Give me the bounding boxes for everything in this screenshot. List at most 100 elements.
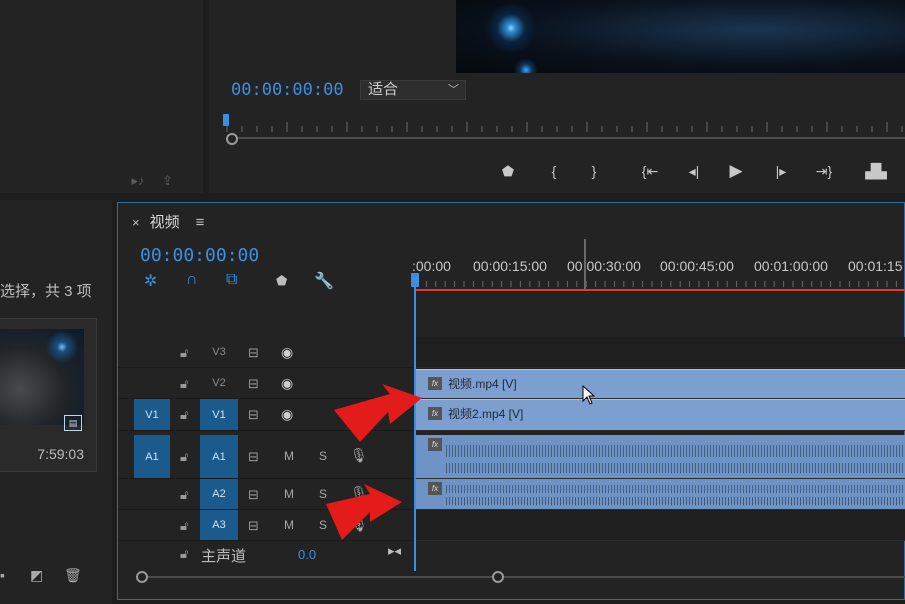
go-to-out-icon[interactable]: ⇥}	[813, 160, 835, 182]
audio-waveform	[446, 497, 905, 505]
sync-lock-icon[interactable]: ⊟	[248, 407, 259, 423]
annotation-arrow	[334, 384, 422, 442]
snap-magnet-icon[interactable]: ∩	[186, 271, 198, 289]
track-lane-v3[interactable]	[416, 337, 905, 368]
audio-clip[interactable]: fx	[416, 479, 905, 509]
mute-button[interactable]: M	[284, 518, 294, 532]
ruler-marker-line	[584, 239, 586, 289]
sync-lock-icon[interactable]: ⊟	[248, 518, 259, 534]
timeline-timecode[interactable]: 00:00:00:00	[140, 245, 259, 266]
track-label[interactable]: V2	[200, 368, 238, 398]
transport-controls: ⬟ { } {⇤ ◂| ▶ |▸ ⇥} ▟▙	[209, 160, 905, 182]
track-target-v1[interactable]: V1	[200, 399, 238, 430]
step-forward-icon[interactable]: |▸	[771, 160, 791, 182]
export-frame-icon[interactable]: ⇪	[162, 173, 173, 188]
sync-lock-icon[interactable]: ⊟	[248, 376, 259, 392]
marker-icon[interactable]: ⬟	[501, 160, 515, 182]
nest-icon[interactable]: ✲	[144, 271, 157, 291]
lock-icon[interactable]: 🔓︎	[180, 449, 188, 465]
mark-out-icon[interactable]: }	[587, 160, 601, 182]
fx-badge: fx	[428, 482, 442, 495]
source-patch-v1[interactable]: V1	[134, 399, 170, 430]
video-clip[interactable]: fx 视频2.mp4 [V]	[416, 399, 905, 430]
panel-menu-icon[interactable]: ≡	[196, 214, 205, 231]
lock-icon[interactable]: 🔓︎	[180, 546, 188, 562]
lift-icon[interactable]: ▟▙	[863, 160, 889, 182]
close-icon[interactable]: ×	[132, 215, 140, 230]
track-label[interactable]: V3	[200, 337, 238, 367]
wrench-icon[interactable]: 🔧	[314, 271, 334, 291]
video-preview	[456, 0, 905, 73]
mark-in-icon[interactable]: {	[547, 160, 561, 182]
project-clip-card[interactable]: ▤ 7:59:03	[0, 318, 97, 472]
track-target-a3[interactable]: A3	[200, 510, 238, 540]
timeline-tab[interactable]: × 视频 ≡	[132, 211, 204, 232]
ruler-label: 00:00:45:00	[660, 258, 734, 274]
program-monitor-panel: 00:00:00:00 适合 ﹀ ⬟ { } {⇤ ◂| ▶ |▸ ⇥} ▟▙	[209, 0, 905, 193]
insert-icon[interactable]: ▸♪	[131, 173, 144, 188]
lock-icon[interactable]: 🔓︎	[180, 376, 188, 392]
play-icon[interactable]: ▶	[727, 160, 745, 182]
lock-icon[interactable]: 🔓︎	[180, 345, 188, 361]
ruler-label: 00:01:00:00	[754, 258, 828, 274]
fx-badge: fx	[428, 377, 442, 390]
program-zoom-scrollbar[interactable]	[227, 137, 905, 139]
video-clip[interactable]: fx 视频.mp4 [V]	[416, 369, 905, 398]
step-back-icon[interactable]: ◂|	[684, 160, 704, 182]
lock-icon[interactable]: 🔓︎	[180, 518, 188, 534]
audio-waveform	[446, 463, 905, 473]
ruler-label: :00:00	[412, 258, 451, 274]
trash-icon[interactable]: 🗑	[64, 567, 82, 584]
program-zoom-handle[interactable]	[226, 133, 238, 145]
source-patch-a1[interactable]: A1	[134, 435, 170, 478]
playhead-handle[interactable]	[411, 273, 419, 287]
new-bin-icon[interactable]: ◩	[30, 567, 43, 584]
lock-icon[interactable]: 🔓︎	[180, 407, 188, 423]
linked-selection-icon[interactable]: ⧉	[226, 271, 237, 289]
track-lane-v2[interactable]: fx 视频.mp4 [V]	[416, 368, 905, 399]
ruler-label: 00:01:15	[848, 258, 903, 274]
track-lane-a2[interactable]: fx	[416, 479, 905, 510]
fit-zoom-select[interactable]: 适合 ﹀	[360, 80, 466, 100]
timeline-ruler[interactable]: :00:00 00:00:15:00 00:00:30:00 00:00:45:…	[412, 258, 905, 278]
track-lane-a3[interactable]	[416, 510, 905, 541]
program-timecode[interactable]: 00:00:00:00	[231, 80, 344, 100]
eye-icon[interactable]: ◉	[281, 406, 293, 423]
annotation-arrow	[326, 484, 402, 540]
eye-icon[interactable]: ◉	[281, 375, 293, 392]
new-item-icon[interactable]: ▪	[0, 567, 5, 583]
program-time-ruler[interactable]	[223, 120, 905, 134]
lock-icon[interactable]: 🔓︎	[180, 487, 188, 503]
fit-zoom-value: 适合	[368, 81, 399, 98]
track-target-a2[interactable]: A2	[200, 479, 238, 509]
master-volume[interactable]: 0.0	[298, 547, 316, 562]
audio-clip[interactable]: fx	[416, 435, 905, 478]
solo-button[interactable]: S	[319, 449, 327, 463]
mute-button[interactable]: M	[284, 449, 294, 463]
eye-icon[interactable]: ◉	[281, 344, 293, 361]
track-target-a1[interactable]: A1	[200, 435, 238, 478]
source-monitor-panel: ▸♪ ⇪	[0, 0, 203, 193]
timeline-panel: × 视频 ≡ 00:00:00:00 ✲ ∩ ⧉ ⬟ 🔧 :00:00 00:00:…	[117, 202, 905, 600]
add-marker-icon[interactable]: ⬟	[276, 273, 287, 289]
clip-name: 视频2.mp4 [V]	[448, 407, 524, 421]
timeline-zoom-scrollbar[interactable]	[140, 576, 905, 578]
mouse-cursor-icon	[582, 385, 596, 405]
master-label: 主声道	[201, 548, 247, 565]
chevron-down-icon: ﹀	[448, 84, 459, 96]
ruler-label: 00:00:30:00	[567, 258, 641, 274]
timeline-zoom-handle-left[interactable]	[136, 571, 148, 583]
track-lane-a1[interactable]: fx	[416, 435, 905, 479]
clip-thumbnail	[0, 329, 84, 425]
mute-button[interactable]: M	[284, 487, 294, 501]
program-playhead[interactable]	[223, 114, 229, 126]
fx-badge: fx	[428, 438, 442, 451]
sync-lock-icon[interactable]: ⊟	[248, 487, 259, 503]
track-lane-v1[interactable]: fx 视频2.mp4 [V]	[416, 399, 905, 431]
end-bracket-icon[interactable]: ▸◂	[388, 543, 401, 559]
sync-lock-icon[interactable]: ⊟	[248, 345, 259, 361]
master-track: 🔓︎ 主声道 0.0 ▸◂	[118, 541, 414, 569]
sync-lock-icon[interactable]: ⊟	[248, 449, 259, 465]
timeline-zoom-handle-right[interactable]	[492, 571, 504, 583]
go-to-in-icon[interactable]: {⇤	[639, 160, 661, 182]
